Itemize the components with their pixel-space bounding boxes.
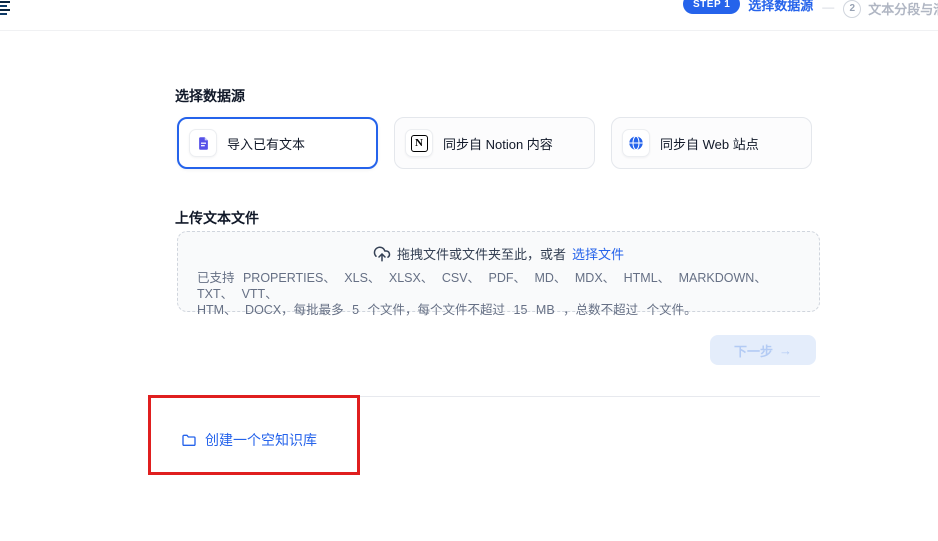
hint-line-1: 已支持 PROPERTIES、 XLS、 XLSX、 CSV、 PDF、 MD、… bbox=[197, 270, 800, 302]
datasource-options: 导入已有文本 N 同步自 Notion 内容 同步自 Web 站点 bbox=[177, 117, 812, 169]
datasource-option-web[interactable]: 同步自 Web 站点 bbox=[611, 117, 812, 169]
step-indicator: STEP 1 选择数据源 — 2 文本分段与清洗 bbox=[683, 0, 938, 15]
step2-label: 文本分段与清洗 bbox=[868, 0, 938, 18]
dropzone-instruction: 拖拽文件或文件夹至此，或者 选择文件 bbox=[178, 244, 819, 263]
supported-formats-hint: 已支持 PROPERTIES、 XLS、 XLSX、 CSV、 PDF、 MD、… bbox=[197, 270, 800, 318]
notion-icon: N bbox=[405, 129, 433, 157]
datasource-option-label: 同步自 Notion 内容 bbox=[443, 134, 553, 153]
datasource-section-title: 选择数据源 bbox=[175, 86, 245, 106]
datasource-option-label: 同步自 Web 站点 bbox=[660, 134, 759, 153]
cloud-upload-icon bbox=[373, 245, 391, 263]
file-text-icon bbox=[189, 129, 217, 157]
footer-divider bbox=[175, 396, 820, 397]
step1-label: 选择数据源 bbox=[748, 0, 813, 14]
next-step-button[interactable]: 下一步 → bbox=[710, 335, 816, 365]
hint-line-2: HTM、 DOCX，每批最多 5 个文件，每个文件不超过 15 MB ，总数不超… bbox=[197, 302, 800, 318]
upload-section-title: 上传文本文件 bbox=[175, 208, 259, 228]
datasource-option-notion[interactable]: N 同步自 Notion 内容 bbox=[394, 117, 595, 169]
menu-lines-icon[interactable] bbox=[0, 1, 10, 15]
top-header: STEP 1 选择数据源 — 2 文本分段与清洗 bbox=[0, 0, 938, 31]
datasource-option-import-text[interactable]: 导入已有文本 bbox=[177, 117, 378, 169]
create-empty-kb-link[interactable]: 创建一个空知识库 bbox=[181, 430, 317, 450]
step1-badge: STEP 1 bbox=[683, 0, 740, 14]
dropzone-text: 拖拽文件或文件夹至此，或者 bbox=[397, 244, 566, 263]
next-step-label: 下一步 bbox=[734, 341, 773, 360]
step2-number-badge: 2 bbox=[843, 0, 861, 18]
create-empty-kb-label: 创建一个空知识库 bbox=[205, 430, 317, 450]
browse-files-link[interactable]: 选择文件 bbox=[572, 244, 624, 263]
step-separator: — bbox=[822, 0, 834, 14]
globe-icon bbox=[622, 129, 650, 157]
datasource-option-label: 导入已有文本 bbox=[227, 134, 305, 153]
arrow-right-icon: → bbox=[779, 343, 792, 358]
file-dropzone[interactable]: 拖拽文件或文件夹至此，或者 选择文件 已支持 PROPERTIES、 XLS、 … bbox=[177, 231, 820, 312]
create-knowledge-base-page: STEP 1 选择数据源 — 2 文本分段与清洗 选择数据源 导入已有文本 N bbox=[0, 0, 938, 541]
folder-icon bbox=[181, 432, 197, 448]
